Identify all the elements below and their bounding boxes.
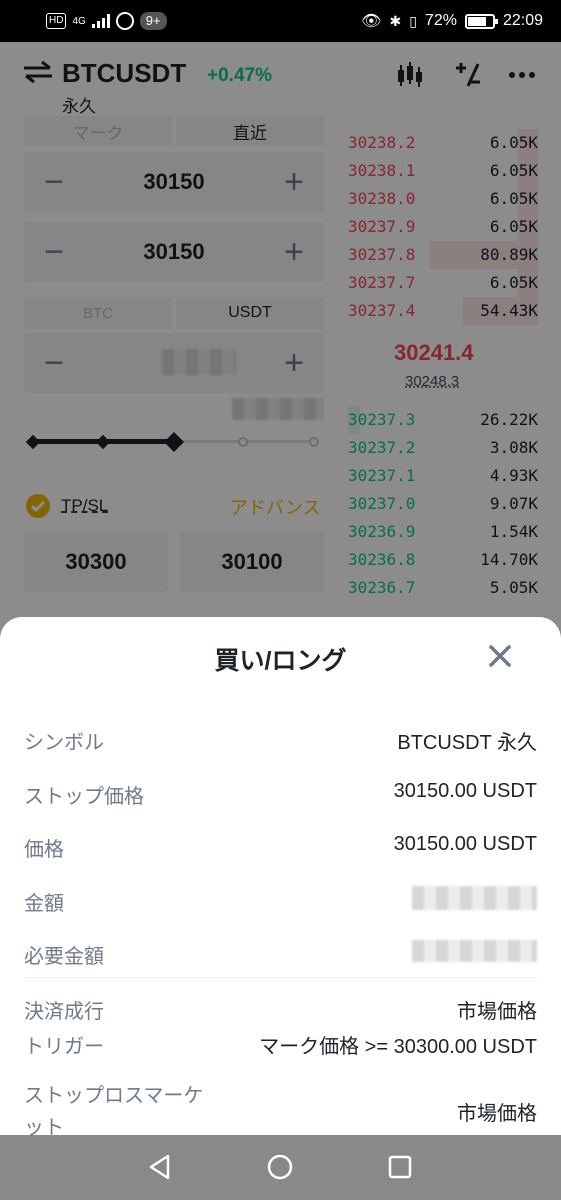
row-label-stop-price: ストップ価格 bbox=[24, 786, 144, 808]
row-label-close-order: 決済成行 bbox=[24, 1001, 104, 1023]
back-icon[interactable] bbox=[146, 1153, 174, 1181]
signal-icon bbox=[91, 14, 110, 28]
row-value-stop-price: 30150.00 USDT bbox=[393, 780, 537, 802]
home-icon[interactable] bbox=[266, 1153, 294, 1181]
data-saver-icon bbox=[115, 12, 134, 30]
battery-icon bbox=[464, 13, 498, 29]
row-label-trigger: トリガー bbox=[24, 1036, 104, 1058]
required-margin-redacted bbox=[412, 940, 537, 962]
hd-indicator: HD bbox=[46, 13, 67, 29]
row-label-symbol: シンボル bbox=[24, 732, 104, 754]
row-label-price: 価格 bbox=[24, 839, 64, 861]
battery-percent: 72% bbox=[424, 12, 457, 29]
divider bbox=[24, 977, 537, 978]
system-nav-bar bbox=[0, 1135, 561, 1200]
bluetooth-icon: ✱ bbox=[389, 12, 402, 29]
network-type: 4G bbox=[72, 15, 86, 27]
row-label-required-margin: 必要金額 bbox=[24, 946, 104, 968]
close-icon[interactable] bbox=[487, 643, 513, 669]
clock: 22:09 bbox=[502, 12, 543, 29]
row-value-trigger: マーク価格 >= 30300.00 USDT bbox=[259, 1036, 537, 1058]
notification-badge: 9+ bbox=[139, 12, 167, 30]
recents-icon[interactable] bbox=[386, 1153, 414, 1181]
status-bar: HD 4G 9+ 👁 ✱ ▯ 72% 22:09 bbox=[0, 0, 561, 42]
vibrate-icon: ▯ bbox=[409, 12, 417, 29]
row-value-price: 30150.00 USDT bbox=[393, 833, 537, 855]
row-value-stop-loss-market: 市場価格 bbox=[457, 1103, 537, 1125]
row-label-amount: 金額 bbox=[24, 893, 64, 915]
eye-icon: 👁 bbox=[361, 13, 382, 30]
row-value-symbol: BTCUSDT 永久 bbox=[397, 732, 537, 754]
row-value-close-order: 市場価格 bbox=[457, 1001, 537, 1023]
amount-redacted bbox=[412, 886, 537, 910]
modal-title: 買い/ロング bbox=[214, 647, 347, 675]
